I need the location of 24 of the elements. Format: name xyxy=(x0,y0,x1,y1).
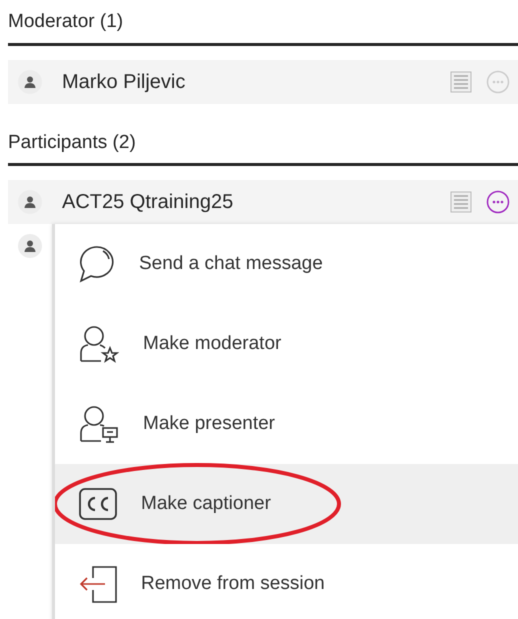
attendee-name: Marko Piljevic xyxy=(62,70,186,94)
exit-door-icon xyxy=(79,565,117,603)
person-icon xyxy=(24,240,36,252)
list-icon xyxy=(450,191,472,213)
menu-item[interactable]: Make presenter xyxy=(55,384,518,464)
section-heading: Moderator (1) xyxy=(8,10,124,34)
user-star-icon xyxy=(79,325,119,363)
closed-captions-icon xyxy=(79,488,117,520)
person-icon xyxy=(24,196,36,208)
section-heading: Participants (2) xyxy=(8,130,137,154)
person-icon xyxy=(24,76,36,88)
notes-button[interactable] xyxy=(450,70,472,92)
menu-item[interactable]: Make captioner xyxy=(55,464,518,544)
list-icon xyxy=(450,70,472,92)
menu-item[interactable]: Remove from session xyxy=(55,544,518,619)
menu-item[interactable]: Send a chat message xyxy=(55,224,518,304)
user-presentation-icon xyxy=(79,405,119,443)
attendee-row[interactable]: Marko Piljevic xyxy=(8,60,518,104)
attendee-name: ACT25 Qtraining25 xyxy=(62,190,234,215)
attendee-row[interactable]: ACT25 Qtraining25 xyxy=(8,180,518,224)
speech-bubble-icon xyxy=(79,245,115,283)
menu-item[interactable]: Make moderator xyxy=(55,304,518,384)
more-options-button[interactable] xyxy=(486,190,510,214)
notes-button[interactable] xyxy=(450,191,472,213)
